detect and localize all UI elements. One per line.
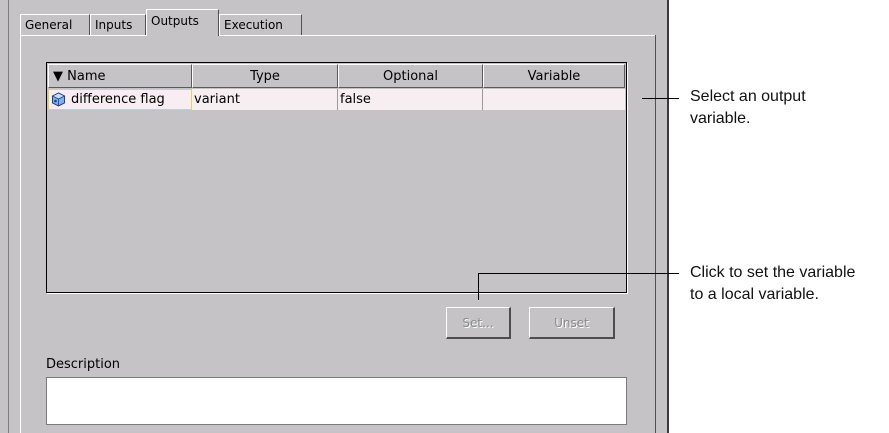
- tab-content-top-border: [20, 35, 655, 36]
- tab-general[interactable]: General: [20, 14, 90, 35]
- table-header: ▼ Name Type Optional Variable: [48, 64, 625, 88]
- description-field[interactable]: [46, 377, 627, 425]
- cell-name[interactable]: difference flag: [48, 89, 192, 110]
- cell-type: variant: [192, 89, 338, 110]
- column-header-label: Name: [67, 69, 106, 84]
- sort-descending-icon: ▼: [53, 69, 63, 84]
- tab-outputs[interactable]: Outputs: [146, 9, 219, 36]
- table-row[interactable]: difference flag variant false: [48, 89, 625, 110]
- set-button[interactable]: Set...: [446, 307, 511, 339]
- cell-optional: false: [338, 89, 483, 110]
- callout-set-text: Click to set the variable to a local var…: [690, 262, 855, 306]
- callout-select-text: Select an output variable.: [690, 86, 806, 130]
- tab-inputs[interactable]: Inputs: [90, 14, 146, 35]
- column-header-name[interactable]: ▼ Name: [48, 64, 192, 88]
- callout-line-select: [642, 98, 679, 99]
- callout-set-line1: Click to set the variable: [690, 264, 856, 281]
- callout-line-set-horizontal: [478, 273, 679, 274]
- description-label: Description: [46, 357, 121, 372]
- unset-button[interactable]: Unset: [529, 307, 615, 339]
- tab-content-left-border: [20, 35, 21, 433]
- callout-line-set-vertical: [478, 273, 479, 300]
- callout-select-line2: variable.: [690, 110, 751, 127]
- variant-variable-icon: [51, 92, 66, 107]
- tab-content-right-border: [655, 35, 656, 433]
- cell-variable[interactable]: [483, 89, 625, 110]
- panel-left-edge: [8, 0, 9, 433]
- tab-execution[interactable]: Execution: [219, 14, 302, 35]
- panel-right-edge: [667, 0, 669, 433]
- callout-set-line2: to a local variable.: [690, 286, 819, 303]
- column-header-variable[interactable]: Variable: [483, 64, 625, 88]
- column-header-optional[interactable]: Optional: [338, 64, 483, 88]
- cell-name-text: difference flag: [71, 92, 165, 107]
- column-header-type[interactable]: Type: [192, 64, 338, 88]
- callout-select-line1: Select an output: [690, 88, 806, 105]
- outputs-table[interactable]: ▼ Name Type Optional Variable difference…: [46, 62, 627, 293]
